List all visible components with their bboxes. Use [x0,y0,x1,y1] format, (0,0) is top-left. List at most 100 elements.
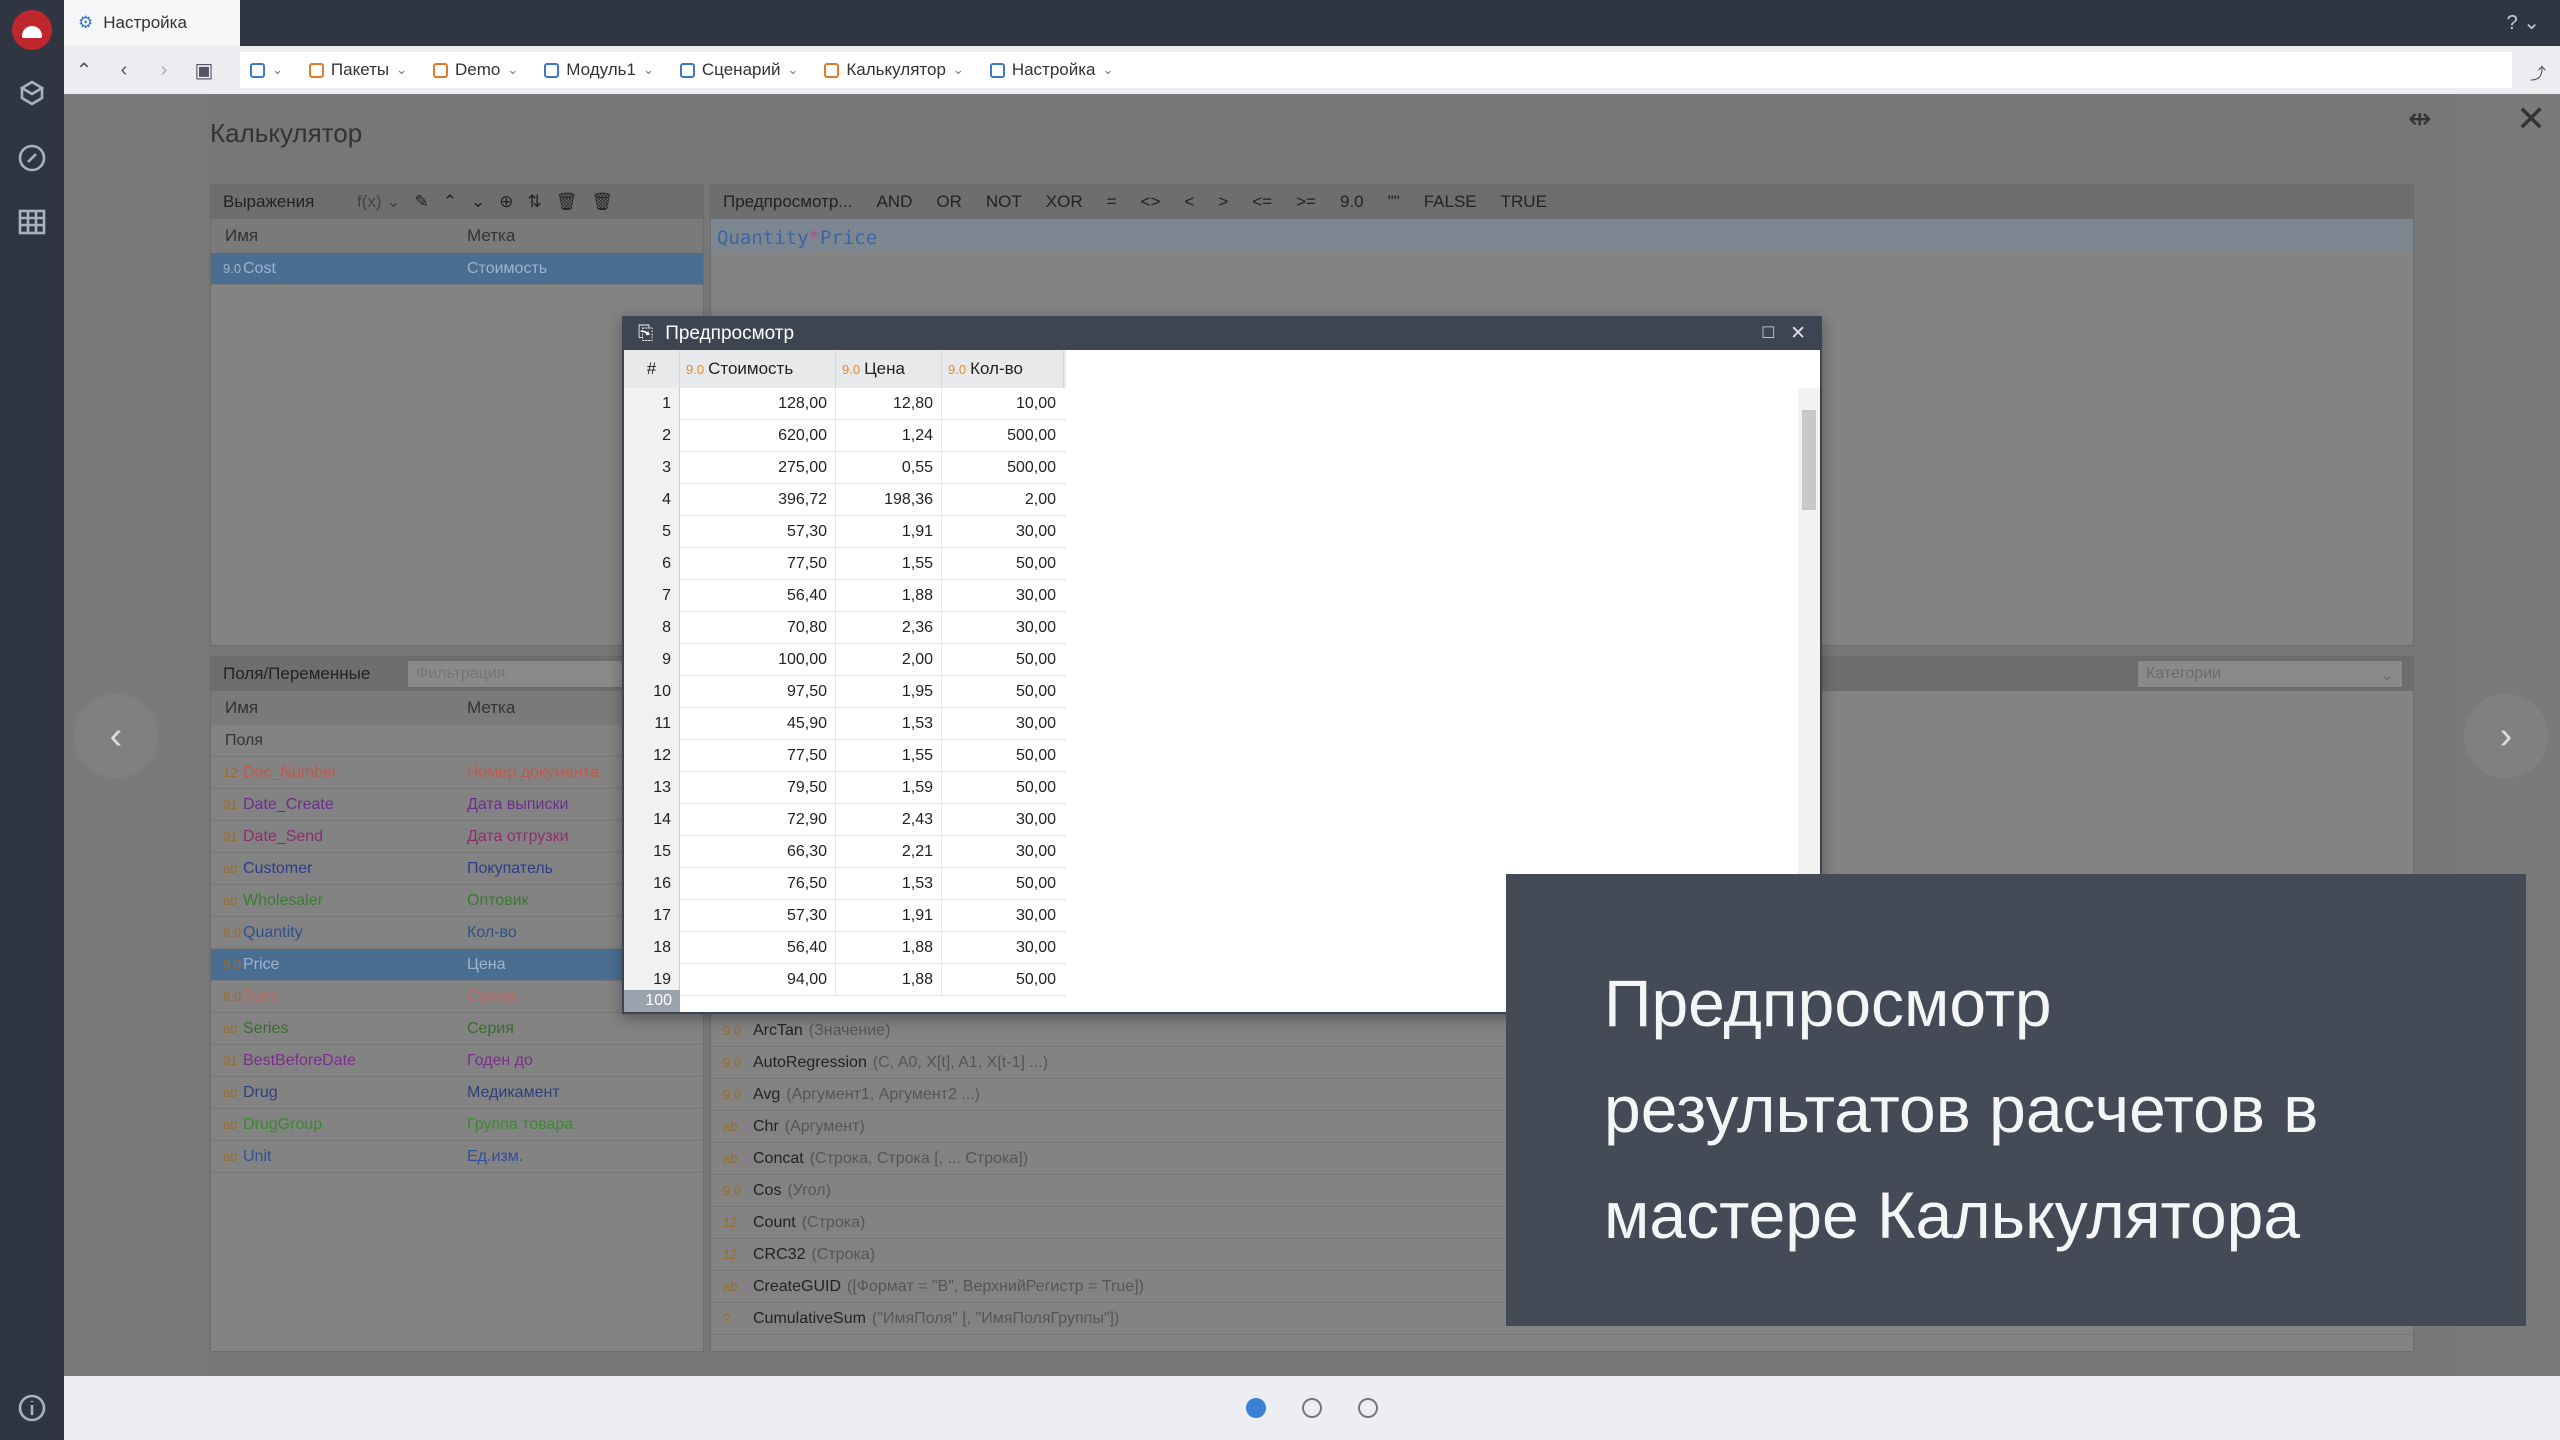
delete-all-icon[interactable]: 🗑 [591,192,613,212]
breadcrumb-item[interactable]: Demo ⌄ [433,60,518,80]
operator-button[interactable]: 9.0 [1340,192,1364,212]
pager-dot[interactable] [1302,1398,1322,1418]
module-icon [544,62,560,78]
edit-icon[interactable]: ✎ [415,192,429,212]
field-row[interactable]: ab Drug Медикамент [211,1077,703,1109]
operator-button[interactable]: NOT [986,192,1022,212]
preview-row: 14 72,90 2,43 30,00 [624,803,1066,836]
preview-row: 18 56,40 1,88 30,00 [624,931,1066,964]
tab-label: Настройка [103,13,187,32]
field-row[interactable]: ab Unit Ед.изм. [211,1141,703,1173]
toolbar: ⌃ ‹ › ▣ ⌄ Пакеты ⌄ Demo ⌄ Модуль1 ⌄ Сценари… [64,46,2560,94]
expressions-column-header: Имя Метка [211,219,703,253]
preview-row: 10 97,50 1,95 50,00 [624,675,1066,708]
row-count: 100 [624,990,680,1012]
filter-input[interactable] [407,660,637,688]
breadcrumb-item[interactable]: Калькулятор ⌄ [824,60,964,80]
preview-row: 11 45,90 1,53 30,00 [624,707,1066,740]
app-logo[interactable] [12,10,52,50]
help-icon[interactable]: ? ⌄ [2507,10,2540,35]
preview-row: 7 56,40 1,88 30,00 [624,579,1066,612]
package-icon [433,62,449,78]
categories-select[interactable]: Категории ⌄ [2137,660,2403,688]
save-button[interactable]: ▣ [184,46,224,94]
preview-table-header: # 9.0 Стоимость 9.0 Цена 9.0 Кол-во [624,350,1066,388]
breadcrumb-item[interactable]: Модуль1 ⌄ [544,60,654,80]
preview-row: 1 128,00 12,80 10,00 [624,388,1066,420]
operator-button[interactable]: <= [1252,192,1272,212]
compass-icon[interactable] [12,138,52,178]
field-row[interactable]: ab Series Серия [211,1013,703,1045]
split-icon[interactable]: ⇹ [2408,102,2431,135]
operator-button[interactable]: >= [1296,192,1316,212]
gear-icon [989,62,1005,78]
preview-row: 3 275,00 0,55 500,00 [624,451,1066,484]
formula-text[interactable]: Quantity*Price [711,219,2413,251]
add-icon[interactable]: ⊕ [499,192,513,212]
preview-row: 2 620,00 1,24 500,00 [624,419,1066,452]
preview-row: 9 100,00 2,00 50,00 [624,643,1066,676]
hierarchy-icon [250,62,265,78]
preview-row: 5 57,30 1,91 30,00 [624,515,1066,548]
preview-titlebar: ⎘ Предпросмотр [624,318,1820,350]
sidebar [0,0,64,1440]
breadcrumb-item[interactable]: Настройка ⌄ [989,60,1113,80]
expression-row[interactable]: 9.0 Cost Стоимость [211,253,703,285]
prev-slide-button[interactable]: ‹ [74,694,158,778]
caption-overlay: Предпросмотр результатов расчетов в маст… [1506,874,2526,1326]
packages-icon[interactable] [12,72,52,112]
tab-settings[interactable]: ⚙ Настройка [64,0,240,46]
operator-button[interactable]: TRUE [1501,192,1547,212]
info-icon[interactable] [12,1388,52,1428]
breadcrumb-item[interactable]: Сценарий ⌄ [679,60,798,80]
operator-button[interactable]: AND [876,192,912,212]
close-icon[interactable]: ✕ [1790,322,1806,345]
move-up-icon[interactable]: ⌃ [443,192,457,212]
share-icon[interactable]: ⤴ [2530,60,2546,84]
pager-dot[interactable] [1358,1398,1378,1418]
gear-icon: ⚙ [78,13,94,32]
move-down-icon[interactable]: ⌄ [471,192,485,212]
function-icon[interactable]: f(x) ⌄ [357,192,401,212]
preview-row: 19 94,00 1,88 50,00 [624,963,1066,996]
close-icon[interactable]: ✕ [2516,98,2546,140]
field-row[interactable]: 31 BestBeforeDate Годен до [211,1045,703,1077]
slide-pager [64,1376,2560,1440]
delete-icon[interactable]: 🗑 [556,192,578,212]
maximize-icon[interactable]: □ [1763,322,1774,345]
operator-button[interactable]: FALSE [1424,192,1477,212]
preview-icon: ⎘ [638,323,654,344]
dialog-title: Калькулятор [210,118,363,148]
preview-row: 17 57,30 1,91 30,00 [624,899,1066,932]
preview-row: 6 77,50 1,55 50,00 [624,547,1066,580]
forward-button[interactable]: › [144,46,184,94]
chevron-down-icon: ⌄ [2380,667,2394,684]
preview-row: 8 70,80 2,36 30,00 [624,611,1066,644]
preview-row: 13 79,50 1,59 50,00 [624,771,1066,804]
preview-row: 12 77,50 1,55 50,00 [624,739,1066,772]
sort-icon[interactable]: ⇅ [528,192,542,212]
next-slide-button[interactable]: › [2464,694,2548,778]
operator-button[interactable]: <> [1141,192,1161,212]
up-button[interactable]: ⌃ [64,46,104,94]
operator-button[interactable]: XOR [1046,192,1083,212]
table-icon[interactable] [12,202,52,242]
back-button[interactable]: ‹ [104,46,144,94]
operator-button[interactable]: "" [1388,192,1400,212]
title-bar [64,0,2560,46]
operator-button[interactable]: OR [936,192,962,212]
calculator-icon [824,62,840,78]
field-row[interactable]: ab DrugGroup Группа товара [211,1109,703,1141]
operators-toolbar: Предпросмотр... AND OR NOT XOR = <> < > <= >= 9.0 ""… [711,185,2413,219]
operator-button[interactable]: > [1218,192,1228,212]
expressions-header: Выражения f(x) ⌄ ✎ ⌃ ⌄ ⊕ ⇅ 🗑 🗑 [211,185,703,219]
scrollbar-thumb[interactable] [1802,410,1816,510]
breadcrumb-root[interactable]: ⌄ [250,62,283,78]
preview-row: 15 66,30 2,21 30,00 [624,835,1066,868]
package-icon [308,62,324,78]
pager-dot[interactable] [1246,1398,1266,1418]
operator-button[interactable]: Предпросмотр... [723,192,852,212]
operator-button[interactable]: < [1184,192,1194,212]
operator-button[interactable]: = [1107,192,1117,212]
breadcrumb-item[interactable]: Пакеты ⌄ [308,60,407,80]
